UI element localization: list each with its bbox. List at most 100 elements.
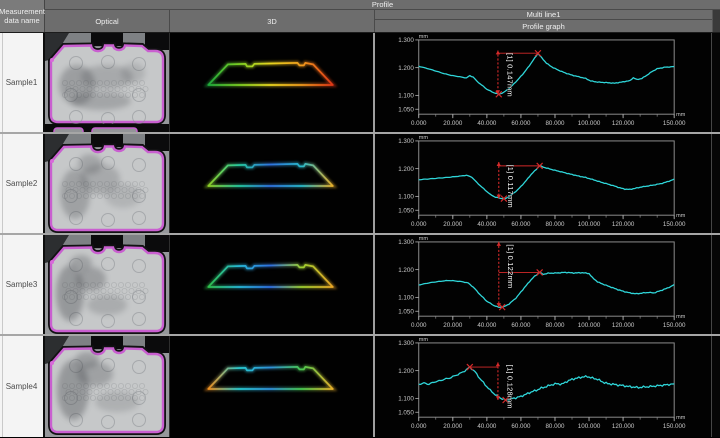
svg-text:mm: mm xyxy=(419,337,429,343)
sample-name-cell[interactable]: Sample3 xyxy=(0,235,45,334)
svg-text:1.100: 1.100 xyxy=(398,396,414,403)
sample-name-cell[interactable]: Sample4 xyxy=(0,336,45,437)
optical-image xyxy=(45,235,170,334)
svg-text:20.000: 20.000 xyxy=(443,322,463,329)
row-end-spacer xyxy=(712,336,720,437)
svg-text:80.000: 80.000 xyxy=(545,322,565,329)
svg-text:1.100: 1.100 xyxy=(398,93,414,100)
optical-image xyxy=(45,134,170,233)
svg-text:1.200: 1.200 xyxy=(398,267,414,274)
svg-text:80.000: 80.000 xyxy=(545,120,565,127)
header-cell-multi-line1: Multi line1 xyxy=(375,10,712,20)
svg-text:0.000: 0.000 xyxy=(411,423,427,430)
sample-row: Sample2 1.3001.2001.1001.0500.00020.0004… xyxy=(0,134,720,235)
optical-cell[interactable] xyxy=(45,336,170,437)
svg-text:150.000: 150.000 xyxy=(663,221,686,228)
svg-text:100.000: 100.000 xyxy=(578,120,601,127)
sample-name-cell[interactable]: Sample1 xyxy=(0,33,45,132)
3d-cell[interactable] xyxy=(170,336,375,437)
svg-text:1.200: 1.200 xyxy=(398,65,414,72)
sample-name-cell[interactable]: Sample2 xyxy=(0,134,45,233)
sample-row: Sample1 1.3001.2001.1001.0500.00020.0004… xyxy=(0,33,720,134)
svg-text:[1] 0.122mm: [1] 0.122mm xyxy=(506,244,515,288)
optical-image xyxy=(45,33,170,132)
header-cell-optical: Optical xyxy=(45,10,170,32)
sample-name: Sample4 xyxy=(6,382,38,391)
svg-text:20.000: 20.000 xyxy=(443,221,463,228)
profile-cell[interactable]: 1.3001.2001.1001.0500.00020.00040.00060.… xyxy=(375,134,712,233)
header-cell-profile: Profile xyxy=(45,0,720,10)
svg-text:80.000: 80.000 xyxy=(545,221,565,228)
optical-image xyxy=(45,336,170,437)
svg-text:1.300: 1.300 xyxy=(398,340,414,347)
svg-text:1.100: 1.100 xyxy=(398,194,414,201)
svg-text:[1] 0.128mm: [1] 0.128mm xyxy=(505,365,514,409)
svg-text:1.050: 1.050 xyxy=(398,409,414,416)
svg-text:1.100: 1.100 xyxy=(398,295,414,302)
measurement-results-table: Measurement data name Profile Optical 3D… xyxy=(0,0,720,438)
row-end-spacer xyxy=(712,235,720,334)
row-end-spacer xyxy=(712,33,720,132)
svg-text:120.000: 120.000 xyxy=(612,120,635,127)
svg-text:1.050: 1.050 xyxy=(398,106,414,113)
svg-text:100.000: 100.000 xyxy=(578,423,601,430)
sample-row: Sample4 1.300 1.200 1.100 1.050 0.000 20.000 4… xyxy=(0,336,720,437)
optical-cell[interactable] xyxy=(45,134,170,233)
svg-text:120.000: 120.000 xyxy=(612,423,635,430)
sample-name: Sample3 xyxy=(6,280,38,289)
svg-text:1.200: 1.200 xyxy=(398,368,414,375)
sample-name: Sample1 xyxy=(6,78,38,87)
svg-text:1.050: 1.050 xyxy=(398,207,414,214)
sample-row: Sample3 1.300 1.200 1.100 1.050 0.000 20.000 4… xyxy=(0,235,720,336)
3d-cell[interactable] xyxy=(170,134,375,233)
svg-text:40.000: 40.000 xyxy=(477,322,497,329)
3d-height-map-image xyxy=(170,235,373,334)
profile-chart: 1.3001.2001.1001.0500.00020.00040.00060.… xyxy=(375,336,711,436)
svg-text:1.200: 1.200 xyxy=(398,166,414,173)
svg-text:mm: mm xyxy=(676,314,686,320)
svg-text:20.000: 20.000 xyxy=(443,423,463,430)
3d-cell[interactable] xyxy=(170,235,375,334)
3d-height-map-image xyxy=(170,134,373,233)
svg-text:60.000: 60.000 xyxy=(511,322,531,329)
svg-text:60.000: 60.000 xyxy=(511,120,531,127)
svg-text:100.000: 100.000 xyxy=(578,322,601,329)
svg-text:1.300: 1.300 xyxy=(398,138,414,145)
svg-text:0.000: 0.000 xyxy=(411,120,427,127)
header-end-spacer xyxy=(712,10,720,32)
optical-cell[interactable] xyxy=(45,33,170,132)
profile-cell[interactable]: 1.300 1.200 1.100 1.050 0.000 20.000 40.000 60.… xyxy=(375,235,712,334)
svg-text:60.000: 60.000 xyxy=(511,221,531,228)
3d-height-map-image xyxy=(170,33,373,132)
svg-text:mm: mm xyxy=(676,415,686,421)
svg-text:mm: mm xyxy=(676,112,686,118)
svg-text:mm: mm xyxy=(676,213,686,219)
svg-text:1.300: 1.300 xyxy=(398,239,414,246)
svg-text:0.000: 0.000 xyxy=(411,322,427,329)
profile-chart: 1.300 1.200 1.100 1.050 0.000 20.000 40.000 60.… xyxy=(375,235,711,335)
svg-text:40.000: 40.000 xyxy=(477,423,497,430)
3d-cell[interactable] xyxy=(170,33,375,132)
row-end-spacer xyxy=(712,134,720,233)
sample-rows: Sample1 1.300 1.200 1.100 1.050 0.000 20.000 4… xyxy=(0,33,720,437)
svg-text:mm: mm xyxy=(419,135,429,141)
svg-text:[1] 0.147mm: [1] 0.147mm xyxy=(505,53,514,97)
profile-chart: 1.3001.2001.1001.0500.00020.00040.00060.… xyxy=(375,134,711,234)
svg-text:120.000: 120.000 xyxy=(612,322,635,329)
svg-text:150.000: 150.000 xyxy=(663,423,686,430)
profile-cell[interactable]: 1.3001.2001.1001.0500.00020.00040.00060.… xyxy=(375,336,712,437)
svg-text:100.000: 100.000 xyxy=(578,221,601,228)
header-sub-row: Optical 3D Multi line1 Profile graph xyxy=(45,10,720,32)
profile-cell[interactable]: 1.3001.2001.1001.0500.00020.00040.00060.… xyxy=(375,33,712,132)
header-cell-3d: 3D xyxy=(170,10,375,32)
svg-text:120.000: 120.000 xyxy=(612,221,635,228)
svg-text:40.000: 40.000 xyxy=(477,120,497,127)
optical-cell[interactable] xyxy=(45,235,170,334)
profile-chart: 1.3001.2001.1001.0500.00020.00040.00060.… xyxy=(375,33,711,133)
svg-text:mm: mm xyxy=(419,34,429,40)
svg-text:150.000: 150.000 xyxy=(663,120,686,127)
svg-text:1.050: 1.050 xyxy=(398,308,414,315)
header-multi-group: Multi line1 Profile graph xyxy=(375,10,712,32)
svg-text:mm: mm xyxy=(419,236,429,242)
header-profile-group: Profile Optical 3D Multi line1 Profile g… xyxy=(45,0,720,32)
